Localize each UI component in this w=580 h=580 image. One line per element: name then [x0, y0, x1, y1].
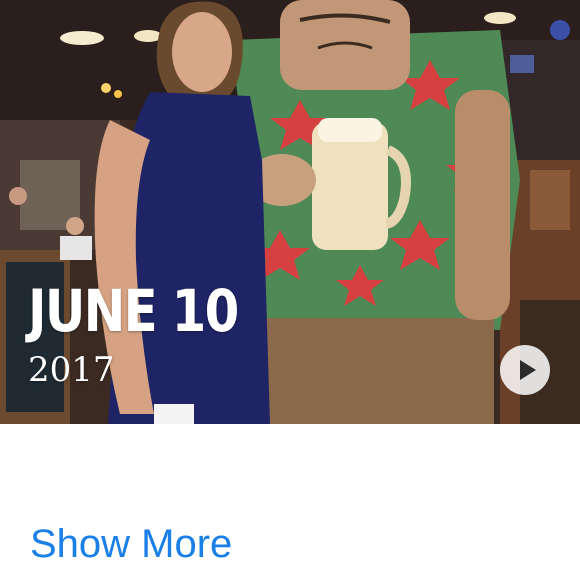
play-icon [519, 360, 536, 380]
play-button[interactable] [500, 345, 550, 395]
memory-title: JUNE 10 [28, 277, 239, 345]
memory-title-block: JUNE 10 2017 [28, 278, 272, 392]
memories-screen: JUNE 10 2017 Show More [0, 0, 580, 580]
memory-year: 2017 [28, 350, 115, 390]
show-more-link[interactable]: Show More [30, 520, 232, 568]
memory-card[interactable]: JUNE 10 2017 [0, 0, 580, 424]
